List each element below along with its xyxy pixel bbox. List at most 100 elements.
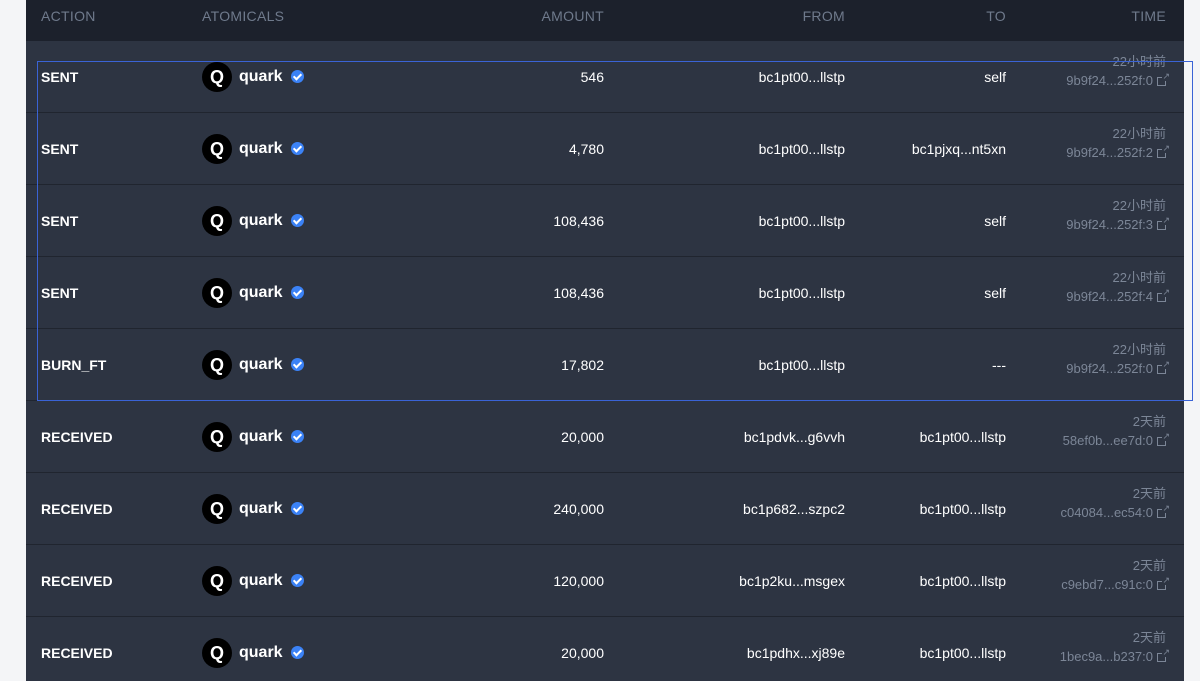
from-address[interactable]: bc1pt00...llstp [759,141,845,157]
txid-text[interactable]: c04084...ec54:0 [1060,505,1153,520]
atomical-name[interactable]: quark [239,644,283,662]
quark-logo-icon: Q [202,350,232,380]
txid-text[interactable]: 1bec9a...b237:0 [1060,649,1153,664]
table-row[interactable]: RECEIVED Q quark 20,000 bc1pdhx...xj89e … [26,617,1184,681]
table-row[interactable]: SENT Q quark 4,780 bc1pt00...llstp bc1pj… [26,113,1184,185]
txid-text[interactable]: 9b9f24...252f:2 [1066,145,1153,160]
verified-badge-icon [291,142,304,155]
table-row[interactable]: RECEIVED Q quark 20,000 bc1pdvk...g6vvh … [26,401,1184,473]
atomical-name[interactable]: quark [239,140,283,158]
quark-logo-icon: Q [202,566,232,596]
amount-value: 4,780 [568,141,604,157]
table-row[interactable]: BURN_FT Q quark 17,802 bc1pt00...llstp -… [26,329,1184,401]
action-label: RECEIVED [41,501,113,517]
verified-badge-icon [291,70,304,83]
from-address[interactable]: bc1p682...szpc2 [743,501,845,517]
txid-link[interactable]: 9b9f24...252f:2 [1066,144,1170,160]
from-address[interactable]: bc1pdvk...g6vvh [744,429,845,445]
to-address[interactable]: bc1pt00...llstp [920,429,1006,445]
amount-value: 240,000 [553,501,604,517]
txid-text[interactable]: 58ef0b...ee7d:0 [1063,433,1153,448]
txid-link[interactable]: 1bec9a...b237:0 [1060,648,1170,664]
txid-text[interactable]: c9ebd7...c91c:0 [1061,577,1153,592]
time-ago: 22小时前 [1112,342,1166,357]
verified-badge-icon [291,502,304,515]
column-header-atomicals: ATOMICALS [202,8,285,24]
action-label: RECEIVED [41,645,113,661]
amount-value: 20,000 [561,429,604,445]
table-row[interactable]: SENT Q quark 108,436 bc1pt00...llstp sel… [26,185,1184,257]
from-address[interactable]: bc1p2ku...msgex [739,573,845,589]
amount-value: 120,000 [553,573,604,589]
txid-text[interactable]: 9b9f24...252f:3 [1066,217,1153,232]
txid-link[interactable]: 9b9f24...252f:0 [1066,360,1170,376]
verified-badge-icon [291,214,304,227]
external-link-icon[interactable] [1157,288,1170,302]
txid-link[interactable]: 9b9f24...252f:3 [1066,216,1170,232]
txid-link[interactable]: c04084...ec54:0 [1060,504,1170,520]
quark-logo-icon: Q [202,134,232,164]
to-address[interactable]: bc1pt00...llstp [920,573,1006,589]
external-link-icon[interactable] [1157,648,1170,662]
time-ago: 22小时前 [1112,54,1166,69]
verified-badge-icon [291,286,304,299]
txid-text[interactable]: 9b9f24...252f:0 [1066,361,1153,376]
txid-link[interactable]: 9b9f24...252f:4 [1066,288,1170,304]
external-link-icon[interactable] [1157,504,1170,518]
verified-badge-icon [291,574,304,587]
action-label: SENT [41,213,79,229]
table-row[interactable]: SENT Q quark 108,436 bc1pt00...llstp sel… [26,257,1184,329]
from-address[interactable]: bc1pt00...llstp [759,357,845,373]
txid-text[interactable]: 9b9f24...252f:4 [1066,289,1153,304]
time-ago: 22小时前 [1112,270,1166,285]
action-label: RECEIVED [41,429,113,445]
quark-logo-icon: Q [202,206,232,236]
to-address[interactable]: --- [992,357,1006,373]
action-label: BURN_FT [41,357,107,373]
from-address[interactable]: bc1pdhx...xj89e [747,645,845,661]
amount-value: 20,000 [561,645,604,661]
txid-link[interactable]: 9b9f24...252f:0 [1066,72,1170,88]
to-address[interactable]: self [984,213,1006,229]
to-address[interactable]: self [984,285,1006,301]
amount-value: 546 [580,69,604,85]
from-address[interactable]: bc1pt00...llstp [759,69,845,85]
table-row[interactable]: RECEIVED Q quark 240,000 bc1p682...szpc2… [26,473,1184,545]
atomical-name[interactable]: quark [239,284,283,302]
time-ago: 22小时前 [1112,126,1166,141]
action-label: SENT [41,285,79,301]
atomical-name[interactable]: quark [239,212,283,230]
quark-logo-icon: Q [202,278,232,308]
amount-value: 17,802 [561,357,604,373]
table-row[interactable]: SENT Q quark 546 bc1pt00...llstp self 22… [26,41,1184,113]
external-link-icon[interactable] [1157,72,1170,86]
external-link-icon[interactable] [1157,576,1170,590]
from-address[interactable]: bc1pt00...llstp [759,285,845,301]
atomical-name[interactable]: quark [239,500,283,518]
table-row[interactable]: RECEIVED Q quark 120,000 bc1p2ku...msgex… [26,545,1184,617]
column-header-time: TIME [1131,8,1166,24]
external-link-icon[interactable] [1157,216,1170,230]
atomical-name[interactable]: quark [239,572,283,590]
txid-link[interactable]: 58ef0b...ee7d:0 [1063,432,1170,448]
verified-badge-icon [291,430,304,443]
amount-value: 108,436 [553,285,604,301]
txid-text[interactable]: 9b9f24...252f:0 [1066,73,1153,88]
column-header-action: ACTION [41,8,96,24]
to-address[interactable]: self [984,69,1006,85]
to-address[interactable]: bc1pjxq...nt5xn [912,141,1006,157]
time-ago: 2天前 [1132,558,1166,573]
to-address[interactable]: bc1pt00...llstp [920,501,1006,517]
quark-logo-icon: Q [202,422,232,452]
atomical-name[interactable]: quark [239,428,283,446]
atomical-name[interactable]: quark [239,356,283,374]
from-address[interactable]: bc1pt00...llstp [759,213,845,229]
txid-link[interactable]: c9ebd7...c91c:0 [1061,576,1170,592]
to-address[interactable]: bc1pt00...llstp [920,645,1006,661]
external-link-icon[interactable] [1157,432,1170,446]
column-header-amount: AMOUNT [541,8,604,24]
time-ago: 2天前 [1132,414,1166,429]
external-link-icon[interactable] [1157,360,1170,374]
atomical-name[interactable]: quark [239,68,283,86]
external-link-icon[interactable] [1157,144,1170,158]
